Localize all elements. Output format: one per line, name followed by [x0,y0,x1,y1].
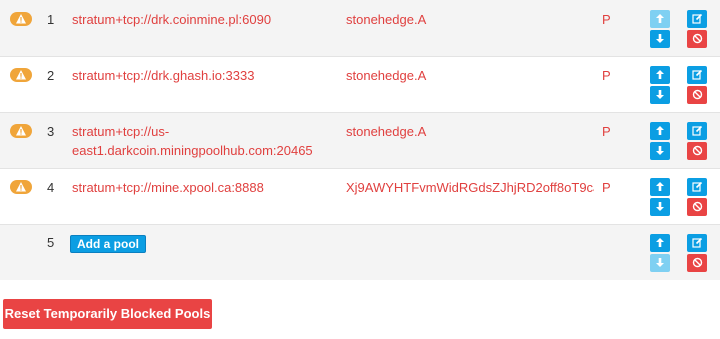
arrow-down-icon [656,34,664,43]
edit-icon [691,237,702,248]
arrow-up-icon [656,14,664,23]
warning-icon [10,68,32,82]
arrow-down-icon [656,90,664,99]
edit-button[interactable] [687,234,707,252]
pool-user: stonehedge.A [346,124,427,139]
table-row: 3 stratum+tcp://us-east1.darkcoin.mining… [0,113,720,169]
edit-button[interactable] [687,178,707,196]
ban-icon [692,33,702,44]
warning-icon [10,12,32,26]
pool-number: 5 [47,235,55,250]
pool-priority: P [602,12,611,27]
delete-button[interactable] [687,30,707,48]
move-up-button[interactable] [650,66,670,84]
delete-button[interactable] [687,198,707,216]
move-down-button[interactable] [650,86,670,104]
pool-url: stratum+tcp://mine.xpool.ca:8888 [72,180,264,195]
arrow-up-icon [656,70,664,79]
pool-number: 2 [47,68,55,83]
pool-url: stratum+tcp://drk.coinmine.pl:6090 [72,12,272,27]
move-down-button[interactable] [650,198,670,216]
edit-icon [691,125,702,136]
pool-number: 3 [47,124,55,139]
pool-url: stratum+tcp://drk.ghash.io:3333 [72,68,255,83]
move-up-button[interactable] [650,122,670,140]
reset-blocked-pools-button[interactable]: Reset Temporarily Blocked Pools [3,299,212,329]
pool-priority: P [602,68,611,83]
table-row: 1 stratum+tcp://drk.coinmine.pl:6090 sto… [0,0,720,57]
move-down-button[interactable] [650,142,670,160]
move-up-button[interactable] [650,10,670,28]
ban-icon [692,201,702,212]
move-up-button[interactable] [650,234,670,252]
move-up-button[interactable] [650,178,670,196]
edit-button[interactable] [687,66,707,84]
pool-url: stratum+tcp://us-east1.darkcoin.miningpo… [72,124,313,158]
pool-priority: P [602,124,611,139]
arrow-down-icon [656,146,664,155]
warning-icon [10,180,32,194]
edit-icon [691,13,702,24]
pool-user: stonehedge.A [346,12,427,27]
pool-number: 4 [47,180,55,195]
arrow-up-icon [656,182,664,191]
warning-icon [10,124,32,138]
ban-icon [692,89,702,100]
delete-button[interactable] [687,86,707,104]
table-row: 2 stratum+tcp://drk.ghash.io:3333 stoneh… [0,57,720,113]
table-row: 4 stratum+tcp://mine.xpool.ca:8888 Xj9AW… [0,169,720,225]
move-down-button[interactable] [650,30,670,48]
arrow-down-icon [656,202,664,211]
edit-icon [691,181,702,192]
move-down-button[interactable] [650,254,670,272]
delete-button[interactable] [687,254,707,272]
delete-button[interactable] [687,142,707,160]
edit-button[interactable] [687,122,707,140]
arrow-up-icon [656,126,664,135]
pool-number: 1 [47,12,55,27]
arrow-up-icon [656,238,664,247]
add-pool-button[interactable]: Add a pool [70,235,146,253]
edit-icon [691,69,702,80]
pool-user: Xj9AWYHTFvmWidRGdsZJhjRD2off8oT9cJ [346,180,594,195]
ban-icon [692,145,702,156]
arrow-down-icon [656,258,664,267]
pool-priority: P [602,180,611,195]
ban-icon [692,257,702,268]
pool-user: stonehedge.A [346,68,427,83]
edit-button[interactable] [687,10,707,28]
